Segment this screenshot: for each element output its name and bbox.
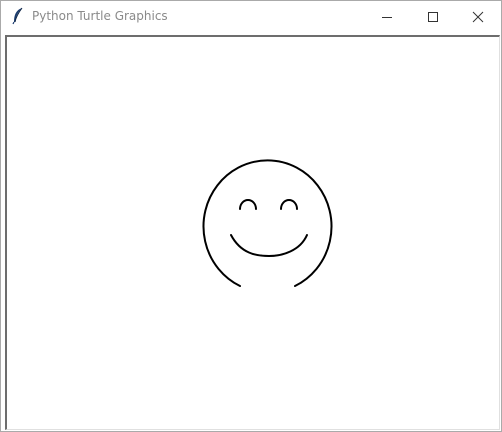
mouth	[230, 234, 308, 258]
close-button[interactable]	[455, 1, 501, 32]
feather-icon	[10, 7, 26, 25]
window-title: Python Turtle Graphics	[32, 9, 168, 23]
face-outline	[202, 159, 333, 287]
left-eye	[239, 199, 257, 210]
turtle-canvas[interactable]	[7, 37, 499, 429]
turtle-window: Python Turtle Graphics	[0, 0, 502, 432]
right-eye	[280, 199, 298, 210]
turtle-canvas-frame	[5, 35, 500, 430]
smiley-face	[202, 159, 333, 287]
maximize-icon	[428, 12, 438, 22]
minimize-icon	[382, 17, 392, 18]
close-icon	[472, 11, 484, 23]
title-bar[interactable]: Python Turtle Graphics	[1, 1, 501, 32]
minimize-button[interactable]	[364, 1, 410, 32]
maximize-button[interactable]	[410, 1, 456, 32]
